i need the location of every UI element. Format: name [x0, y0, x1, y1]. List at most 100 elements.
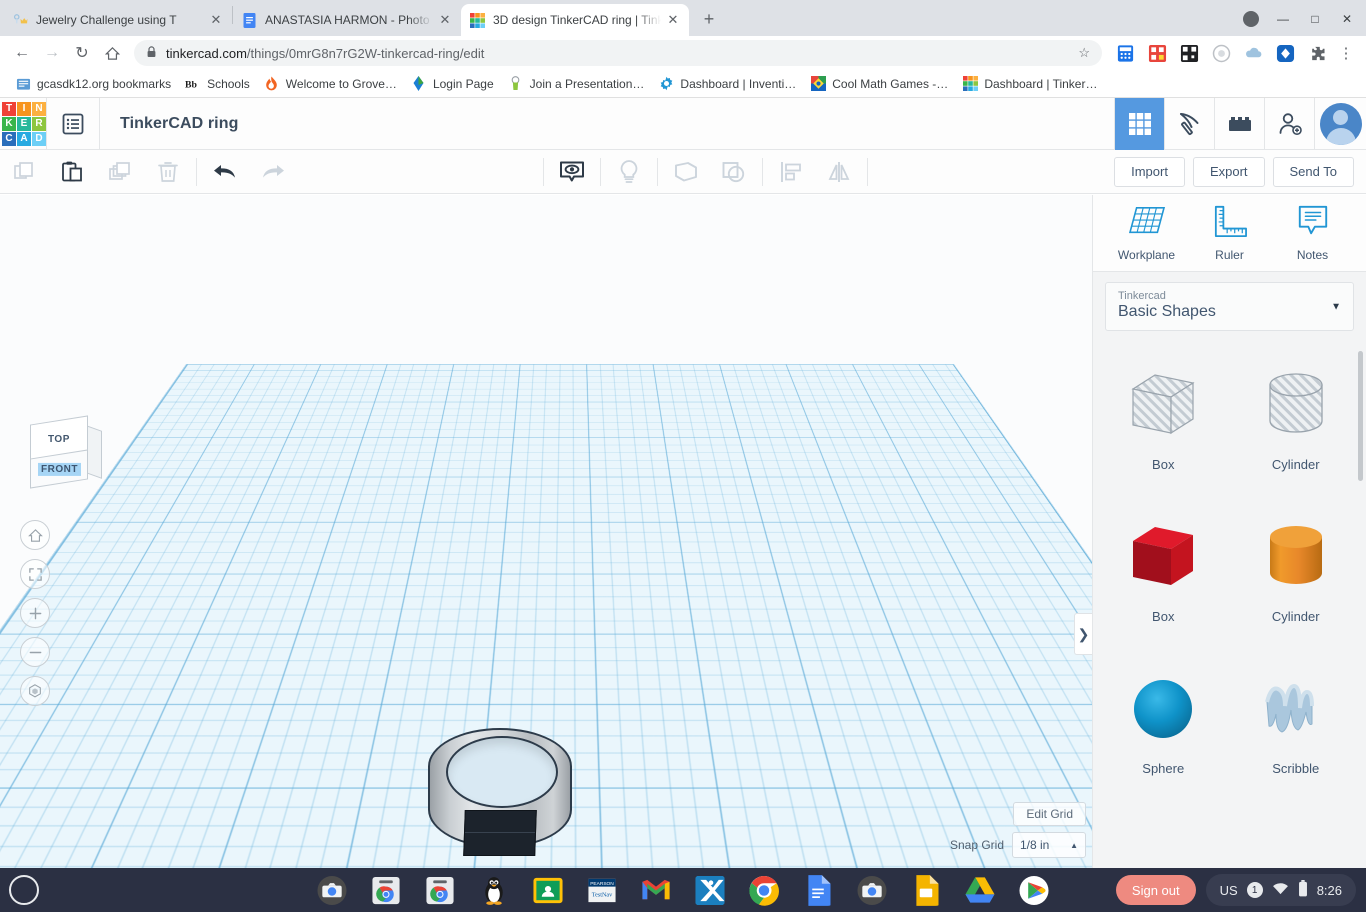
- close-icon[interactable]: ✕: [437, 12, 453, 28]
- qr-icon[interactable]: [1177, 41, 1201, 65]
- tinkercad-logo[interactable]: TIN KER CAD: [2, 101, 46, 146]
- back-button[interactable]: ←: [8, 39, 36, 67]
- show-hide-eye-icon[interactable]: [548, 150, 596, 194]
- design-menu-button[interactable]: [47, 98, 99, 150]
- close-icon[interactable]: ✕: [665, 12, 681, 28]
- chrome-app-2-icon[interactable]: [425, 875, 456, 906]
- camera-app-icon[interactable]: [317, 875, 348, 906]
- maximize-button[interactable]: □: [1300, 6, 1330, 32]
- send-to-button[interactable]: Send To: [1272, 156, 1354, 187]
- ring-model[interactable]: [428, 710, 572, 860]
- browser-tab-active[interactable]: 3D design TinkerCAD ring | Tinke ✕: [461, 4, 689, 36]
- browser-tab[interactable]: Jewelry Challenge using T ✕: [4, 4, 232, 36]
- black-block[interactable]: [463, 810, 537, 856]
- lightbulb-icon[interactable]: [605, 150, 653, 194]
- sign-out-button[interactable]: Sign out: [1115, 875, 1196, 905]
- blue-x-app-icon[interactable]: [695, 875, 726, 906]
- bookmark-item[interactable]: Dashboard | Tinker…: [955, 73, 1104, 95]
- lego-brick-icon[interactable]: [1214, 97, 1264, 150]
- ortho-perspective-toggle[interactable]: [20, 676, 50, 706]
- bookmark-item[interactable]: Dashboard | Inventi…: [651, 73, 803, 95]
- browser-tab[interactable]: ANASTASIA HARMON - Photo Do ✕: [233, 4, 461, 36]
- home-view-button[interactable]: [20, 520, 50, 550]
- circle-icon[interactable]: [1209, 41, 1233, 65]
- shape-item-sphere[interactable]: Sphere: [1097, 655, 1230, 807]
- star-icon[interactable]: ☆: [1078, 45, 1090, 61]
- shape-library-select[interactable]: Tinkercad Basic Shapes ▼: [1105, 282, 1354, 331]
- bookmark-item[interactable]: Join a Presentation…: [501, 73, 652, 95]
- snap-grid-select[interactable]: 1/8 in ▲: [1012, 832, 1086, 858]
- chrome-app-1-icon[interactable]: [371, 875, 402, 906]
- google-classroom-icon[interactable]: [533, 875, 564, 906]
- play-store-icon[interactable]: [1019, 875, 1050, 906]
- shape-item-cylinder-hole[interactable]: Cylinder: [1230, 351, 1363, 503]
- redo-icon[interactable]: [249, 150, 297, 194]
- shape-item-box-solid[interactable]: Box: [1097, 503, 1230, 655]
- bookmark-item[interactable]: gcasdk12.org bookmarks: [8, 73, 178, 95]
- page-title[interactable]: TinkerCAD ring: [120, 115, 238, 133]
- edit-grid-button[interactable]: Edit Grid: [1013, 802, 1086, 826]
- system-tray[interactable]: US 1 8:26: [1205, 874, 1356, 906]
- bookmark-item[interactable]: Welcome to Grove…: [257, 73, 404, 95]
- launcher-circle-icon[interactable]: [9, 875, 39, 905]
- align-icon[interactable]: [767, 150, 815, 194]
- group-icon[interactable]: [662, 150, 710, 194]
- undo-icon[interactable]: [201, 150, 249, 194]
- zoom-in-button[interactable]: [20, 598, 50, 628]
- paste-icon[interactable]: [48, 150, 96, 194]
- notes-tool[interactable]: Notes: [1273, 204, 1353, 262]
- view-cube-side[interactable]: [86, 425, 102, 479]
- shape-grid[interactable]: Box Cylinder Box Cylinder Sphere Scribbl…: [1093, 341, 1366, 912]
- zoom-out-button[interactable]: [20, 637, 50, 667]
- export-button[interactable]: Export: [1192, 156, 1265, 187]
- ruler-tool[interactable]: Ruler: [1190, 204, 1270, 262]
- tux-penguin-icon[interactable]: [479, 875, 510, 906]
- window-menu-icon[interactable]: [1236, 6, 1266, 32]
- google-docs-icon[interactable]: [803, 874, 834, 906]
- address-bar[interactable]: tinkercad.com /things/0mrG8n7rG2W-tinker…: [134, 40, 1102, 66]
- mirror-icon[interactable]: [815, 150, 863, 194]
- kebab-menu-icon[interactable]: ⋮: [1334, 44, 1358, 62]
- copy-icon[interactable]: [0, 150, 48, 194]
- gmail-icon[interactable]: [641, 875, 672, 906]
- minimize-button[interactable]: —: [1268, 6, 1298, 32]
- reload-button[interactable]: ↻: [68, 39, 96, 67]
- bookmark-item[interactable]: Bb Schools: [178, 73, 257, 95]
- 3d-canvas[interactable]: TOP FRONT Edit Grid Snap Grid 1/8 in ▲ ❯: [0, 195, 1092, 912]
- cloud-icon[interactable]: [1241, 41, 1265, 65]
- library-select-wrap: Tinkercad Basic Shapes ▼: [1093, 272, 1366, 341]
- import-button[interactable]: Import: [1114, 156, 1185, 187]
- view-cube[interactable]: TOP FRONT: [22, 415, 106, 492]
- forward-button[interactable]: →: [38, 39, 66, 67]
- new-tab-button[interactable]: +: [695, 5, 723, 33]
- shape-item-box-hole[interactable]: Box: [1097, 351, 1230, 503]
- close-window-button[interactable]: ✕: [1332, 6, 1362, 32]
- chrome-browser-icon[interactable]: [749, 875, 780, 906]
- workplane-tool[interactable]: Workplane: [1107, 204, 1187, 262]
- camera-2-icon[interactable]: [857, 875, 888, 906]
- google-drive-icon[interactable]: [965, 875, 996, 906]
- bookmark-item[interactable]: Cool Math Games -…: [803, 73, 955, 95]
- blue-app-icon[interactable]: [1273, 41, 1297, 65]
- bookmark-item[interactable]: Login Page: [404, 73, 501, 95]
- fit-view-button[interactable]: [20, 559, 50, 589]
- shape-item-scribble[interactable]: Scribble: [1230, 655, 1363, 807]
- google-slides-icon[interactable]: [911, 874, 942, 906]
- pickaxe-icon[interactable]: [1164, 97, 1214, 150]
- grid-blocks-icon[interactable]: [1114, 97, 1164, 150]
- qr-grid-icon[interactable]: [1145, 41, 1169, 65]
- close-icon[interactable]: ✕: [208, 12, 224, 28]
- calculator-icon[interactable]: [1113, 41, 1137, 65]
- collapse-panel-button[interactable]: ❯: [1074, 613, 1092, 655]
- ungroup-icon[interactable]: [710, 150, 758, 194]
- shape-item-cylinder-solid[interactable]: Cylinder: [1230, 503, 1363, 655]
- avatar-button[interactable]: [1314, 97, 1366, 150]
- diamond-icon: [411, 76, 427, 92]
- add-person-icon[interactable]: [1264, 97, 1314, 150]
- duplicate-icon[interactable]: [96, 150, 144, 194]
- delete-trash-icon[interactable]: [144, 150, 192, 194]
- home-button[interactable]: [98, 39, 126, 67]
- puzzle-icon[interactable]: [1305, 41, 1329, 65]
- pearson-testnav-icon[interactable]: PEARSON TestNav: [587, 875, 618, 906]
- panel-scrollbar[interactable]: [1358, 351, 1363, 481]
